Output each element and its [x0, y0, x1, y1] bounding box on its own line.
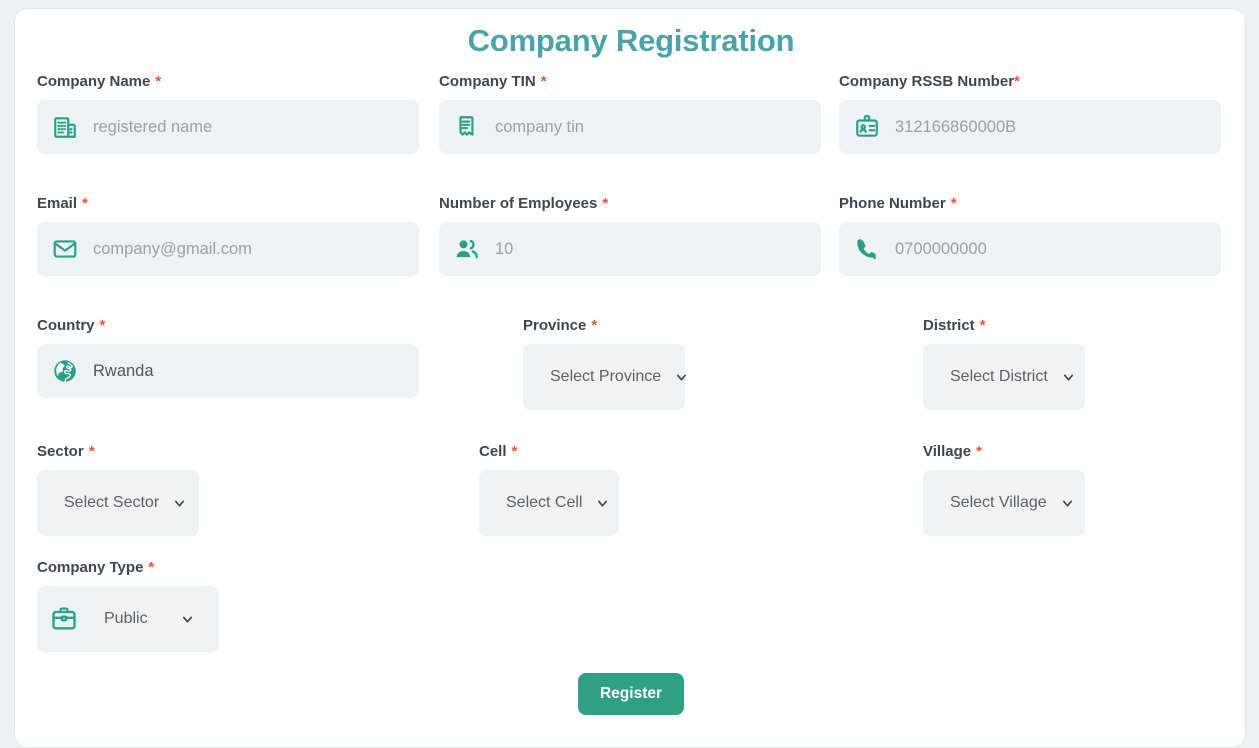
sector-select-wrapper: Select Sector — [37, 470, 199, 536]
required-asterisk: * — [976, 443, 982, 460]
register-button[interactable]: Register — [577, 673, 685, 715]
form-row-5: Company Type * Public — [37, 559, 1227, 659]
cell-select[interactable]: Select Cell — [492, 479, 609, 527]
district-selected-value: Select District — [950, 368, 1048, 385]
email-placeholder: company@gmail.com — [93, 240, 252, 258]
required-asterisk: * — [540, 73, 547, 90]
form-row-2: Email * company@gmail.com Number of Emplo… — [37, 195, 1227, 317]
chevron-down-icon — [181, 613, 194, 626]
company-name-input[interactable]: registered name — [37, 100, 419, 154]
field-group-company-type: Company Type * Public — [37, 559, 219, 652]
required-asterisk: * — [602, 195, 609, 212]
label-province: Province * — [523, 317, 598, 334]
label-company-rssb: Company RSSB Number* — [839, 73, 1020, 90]
label-company-name: Company Name * — [37, 73, 162, 90]
required-asterisk: * — [88, 443, 95, 460]
building-icon — [51, 113, 79, 141]
field-group-country: Country * Rwanda — [37, 317, 419, 398]
id-badge-icon — [853, 113, 881, 141]
required-asterisk: * — [155, 73, 162, 90]
label-sector: Sector * — [37, 443, 95, 460]
label-phone: Phone Number * — [839, 195, 957, 212]
registration-card: Company Registration Company Name * regi… — [14, 8, 1246, 748]
label-employees: Number of Employees * — [439, 195, 609, 212]
cell-select-wrapper: Select Cell — [479, 470, 619, 536]
required-asterisk: * — [82, 195, 88, 212]
district-select-wrapper: Select District — [923, 344, 1085, 410]
label-email: Email * — [37, 195, 88, 212]
field-group-email: Email * company@gmail.com — [37, 195, 419, 276]
email-input[interactable]: company@gmail.com — [37, 222, 419, 276]
company-type-select-wrapper: Public — [37, 586, 219, 652]
chevron-down-icon — [675, 371, 688, 384]
registration-form: Company Name * registered name Company T… — [37, 73, 1227, 659]
company-tin-input[interactable]: company tin — [439, 100, 821, 154]
required-asterisk: * — [950, 195, 957, 212]
label-cell: Cell * — [479, 443, 518, 460]
company-rssb-placeholder: 312166860000B — [895, 118, 1017, 136]
village-selected-value: Select Village — [950, 494, 1047, 511]
country-value: Rwanda — [93, 362, 154, 380]
required-asterisk: * — [148, 559, 155, 576]
label-company-tin: Company TIN * — [439, 73, 547, 90]
phone-input[interactable]: 0700000000 — [839, 222, 1221, 276]
province-selected-value: Select Province — [550, 368, 662, 385]
phone-icon — [853, 235, 881, 263]
field-group-district: District * Select District — [923, 317, 1085, 410]
label-company-type: Company Type * — [37, 559, 155, 576]
company-type-select[interactable]: Public — [90, 595, 206, 643]
required-asterisk: * — [511, 443, 518, 460]
field-group-village: Village * Select Village — [923, 443, 1085, 536]
province-select[interactable]: Select Province — [536, 353, 687, 401]
label-country: Country * — [37, 317, 106, 334]
field-group-province: Province * Select Province — [523, 317, 687, 410]
chevron-down-icon — [1061, 497, 1074, 510]
required-asterisk: * — [591, 317, 598, 334]
form-row-3: Country * Rwanda Province * Select Provi… — [37, 317, 1227, 443]
company-name-placeholder: registered name — [93, 118, 213, 136]
employees-input[interactable]: 10 — [439, 222, 821, 276]
company-rssb-input[interactable]: 312166860000B — [839, 100, 1221, 154]
label-village: Village * — [923, 443, 982, 460]
field-group-phone: Phone Number * 0700000000 — [839, 195, 1221, 276]
register-button-container: Register — [15, 673, 1247, 715]
chevron-down-icon — [1062, 371, 1075, 384]
chevron-down-icon — [596, 497, 609, 510]
field-group-cell: Cell * Select Cell — [479, 443, 619, 536]
label-district: District * — [923, 317, 986, 334]
field-group-company-rssb: Company RSSB Number* 312166860000B — [839, 73, 1221, 154]
field-group-company-tin: Company TIN * company tin — [439, 73, 821, 154]
required-asterisk: * — [1014, 73, 1020, 90]
page-title: Company Registration — [467, 23, 795, 58]
company-tin-placeholder: company tin — [495, 118, 584, 136]
receipt-icon — [453, 113, 481, 141]
province-select-wrapper: Select Province — [523, 344, 687, 410]
district-select[interactable]: Select District — [936, 353, 1075, 401]
sector-select[interactable]: Select Sector — [50, 479, 186, 527]
chevron-down-icon — [173, 497, 186, 510]
registration-page: Company Registration Company Name * regi… — [0, 0, 1259, 748]
employees-placeholder: 10 — [495, 240, 514, 258]
cell-selected-value: Select Cell — [506, 494, 583, 511]
field-group-sector: Sector * Select Sector — [37, 443, 199, 536]
required-asterisk: * — [979, 317, 986, 334]
field-group-employees: Number of Employees * 10 — [439, 195, 821, 276]
globe-icon — [51, 357, 79, 385]
village-select-wrapper: Select Village — [923, 470, 1085, 536]
village-select[interactable]: Select Village — [936, 479, 1072, 527]
sector-selected-value: Select Sector — [64, 494, 160, 511]
users-icon — [453, 235, 481, 263]
company-type-selected-value: Public — [104, 610, 148, 627]
form-row-1: Company Name * registered name Company T… — [37, 73, 1227, 195]
phone-placeholder: 0700000000 — [895, 240, 987, 258]
required-asterisk: * — [99, 317, 106, 334]
country-input[interactable]: Rwanda — [37, 344, 419, 398]
form-row-4: Sector * Select Sector Cell * Select Cel… — [37, 443, 1227, 559]
field-group-company-name: Company Name * registered name — [37, 73, 419, 154]
briefcase-icon — [50, 605, 78, 633]
envelope-icon — [51, 235, 79, 263]
